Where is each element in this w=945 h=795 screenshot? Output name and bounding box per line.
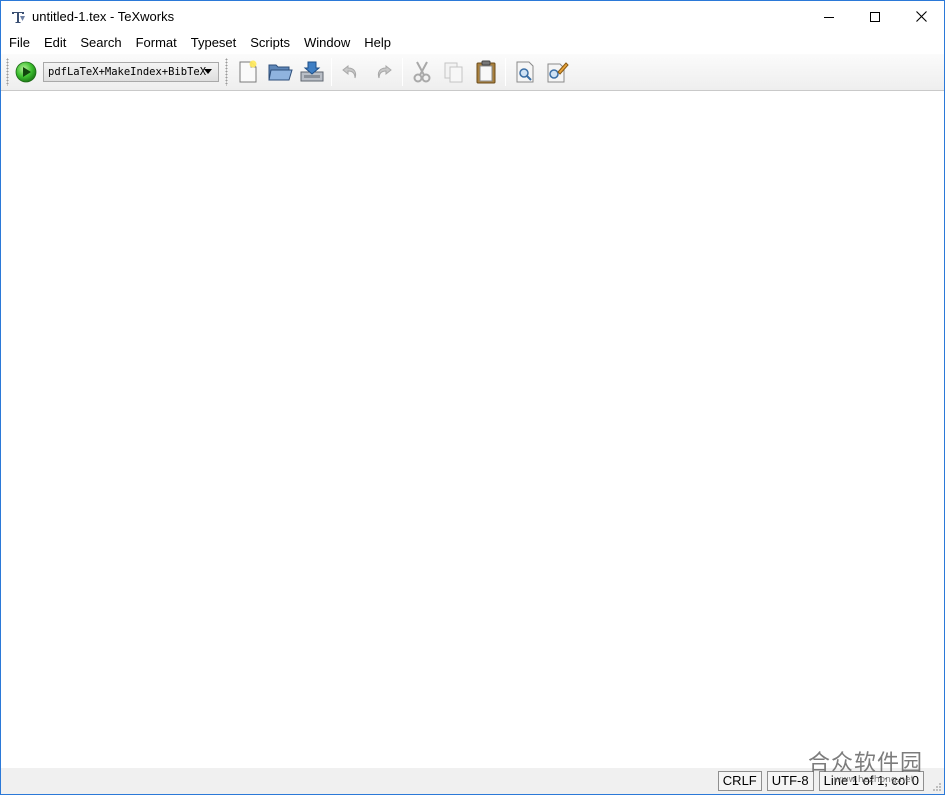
- menu-window[interactable]: Window: [297, 33, 357, 53]
- editor-text-area[interactable]: [1, 92, 944, 768]
- toolbar-grip-2[interactable]: [225, 58, 228, 86]
- menu-edit[interactable]: Edit: [37, 33, 73, 53]
- paste-button[interactable]: [470, 56, 502, 88]
- find-replace-icon: [547, 62, 569, 83]
- maximize-button[interactable]: [852, 1, 898, 32]
- open-file-button[interactable]: [264, 56, 296, 88]
- status-bar: CRLF UTF-8 Line 1 of 1; col 0: [1, 768, 944, 794]
- menu-typeset[interactable]: Typeset: [184, 33, 244, 53]
- minimize-button[interactable]: [806, 1, 852, 32]
- close-button[interactable]: [898, 1, 944, 32]
- paste-icon: [476, 60, 496, 84]
- redo-button[interactable]: [367, 56, 399, 88]
- cut-button[interactable]: [406, 56, 438, 88]
- close-icon: [915, 11, 927, 22]
- toolbar-grip[interactable]: [6, 58, 9, 86]
- watermark: 合众软件园 www.hezhong.net: [808, 751, 940, 793]
- find-button[interactable]: [509, 56, 541, 88]
- new-file-button[interactable]: [232, 56, 264, 88]
- menu-search[interactable]: Search: [73, 33, 128, 53]
- line-ending-indicator[interactable]: CRLF: [717, 771, 762, 791]
- maximize-icon: [870, 11, 880, 22]
- window-controls: [806, 1, 944, 32]
- resize-grip-icon[interactable]: [932, 782, 942, 792]
- chevron-down-icon: [204, 69, 212, 74]
- texworks-logo-icon: [12, 11, 25, 23]
- window-title: untitled-1.tex - TeXworks: [32, 9, 175, 24]
- menu-help[interactable]: Help: [357, 33, 398, 53]
- toolbar-separator: [505, 58, 506, 86]
- new-document-icon: [239, 60, 257, 83]
- toolbar-separator: [402, 58, 403, 86]
- menu-scripts[interactable]: Scripts: [243, 33, 297, 53]
- watermark-text: 合众软件园: [808, 751, 924, 776]
- find-icon: [516, 61, 534, 83]
- play-icon: [15, 61, 37, 83]
- toolbar-separator: [331, 58, 332, 86]
- title-bar[interactable]: untitled-1.tex - TeXworks: [1, 1, 944, 32]
- typeset-button[interactable]: [13, 56, 39, 88]
- replace-button[interactable]: [541, 56, 573, 88]
- menu-bar: File Edit Search Format Typeset Scripts …: [1, 32, 944, 54]
- menu-format[interactable]: Format: [129, 33, 184, 53]
- cut-icon: [413, 61, 431, 83]
- toolbar: pdfLaTeX+MakeIndex+BibTeX: [1, 54, 944, 91]
- menu-file[interactable]: File: [1, 33, 37, 53]
- save-file-button[interactable]: [296, 56, 328, 88]
- copy-icon: [444, 62, 463, 83]
- redo-icon: [377, 64, 392, 79]
- minimize-icon: [824, 16, 834, 18]
- undo-button[interactable]: [335, 56, 367, 88]
- undo-icon: [342, 64, 357, 79]
- app-window: untitled-1.tex - TeXworks File Edit Sear…: [0, 0, 945, 795]
- open-folder-icon: [268, 64, 293, 81]
- typeset-engine-select[interactable]: pdfLaTeX+MakeIndex+BibTeX: [43, 62, 219, 82]
- copy-button[interactable]: [438, 56, 470, 88]
- save-icon: [300, 61, 324, 82]
- engine-value: pdfLaTeX+MakeIndex+BibTeX: [48, 66, 207, 78]
- encoding-indicator[interactable]: UTF-8: [766, 771, 814, 791]
